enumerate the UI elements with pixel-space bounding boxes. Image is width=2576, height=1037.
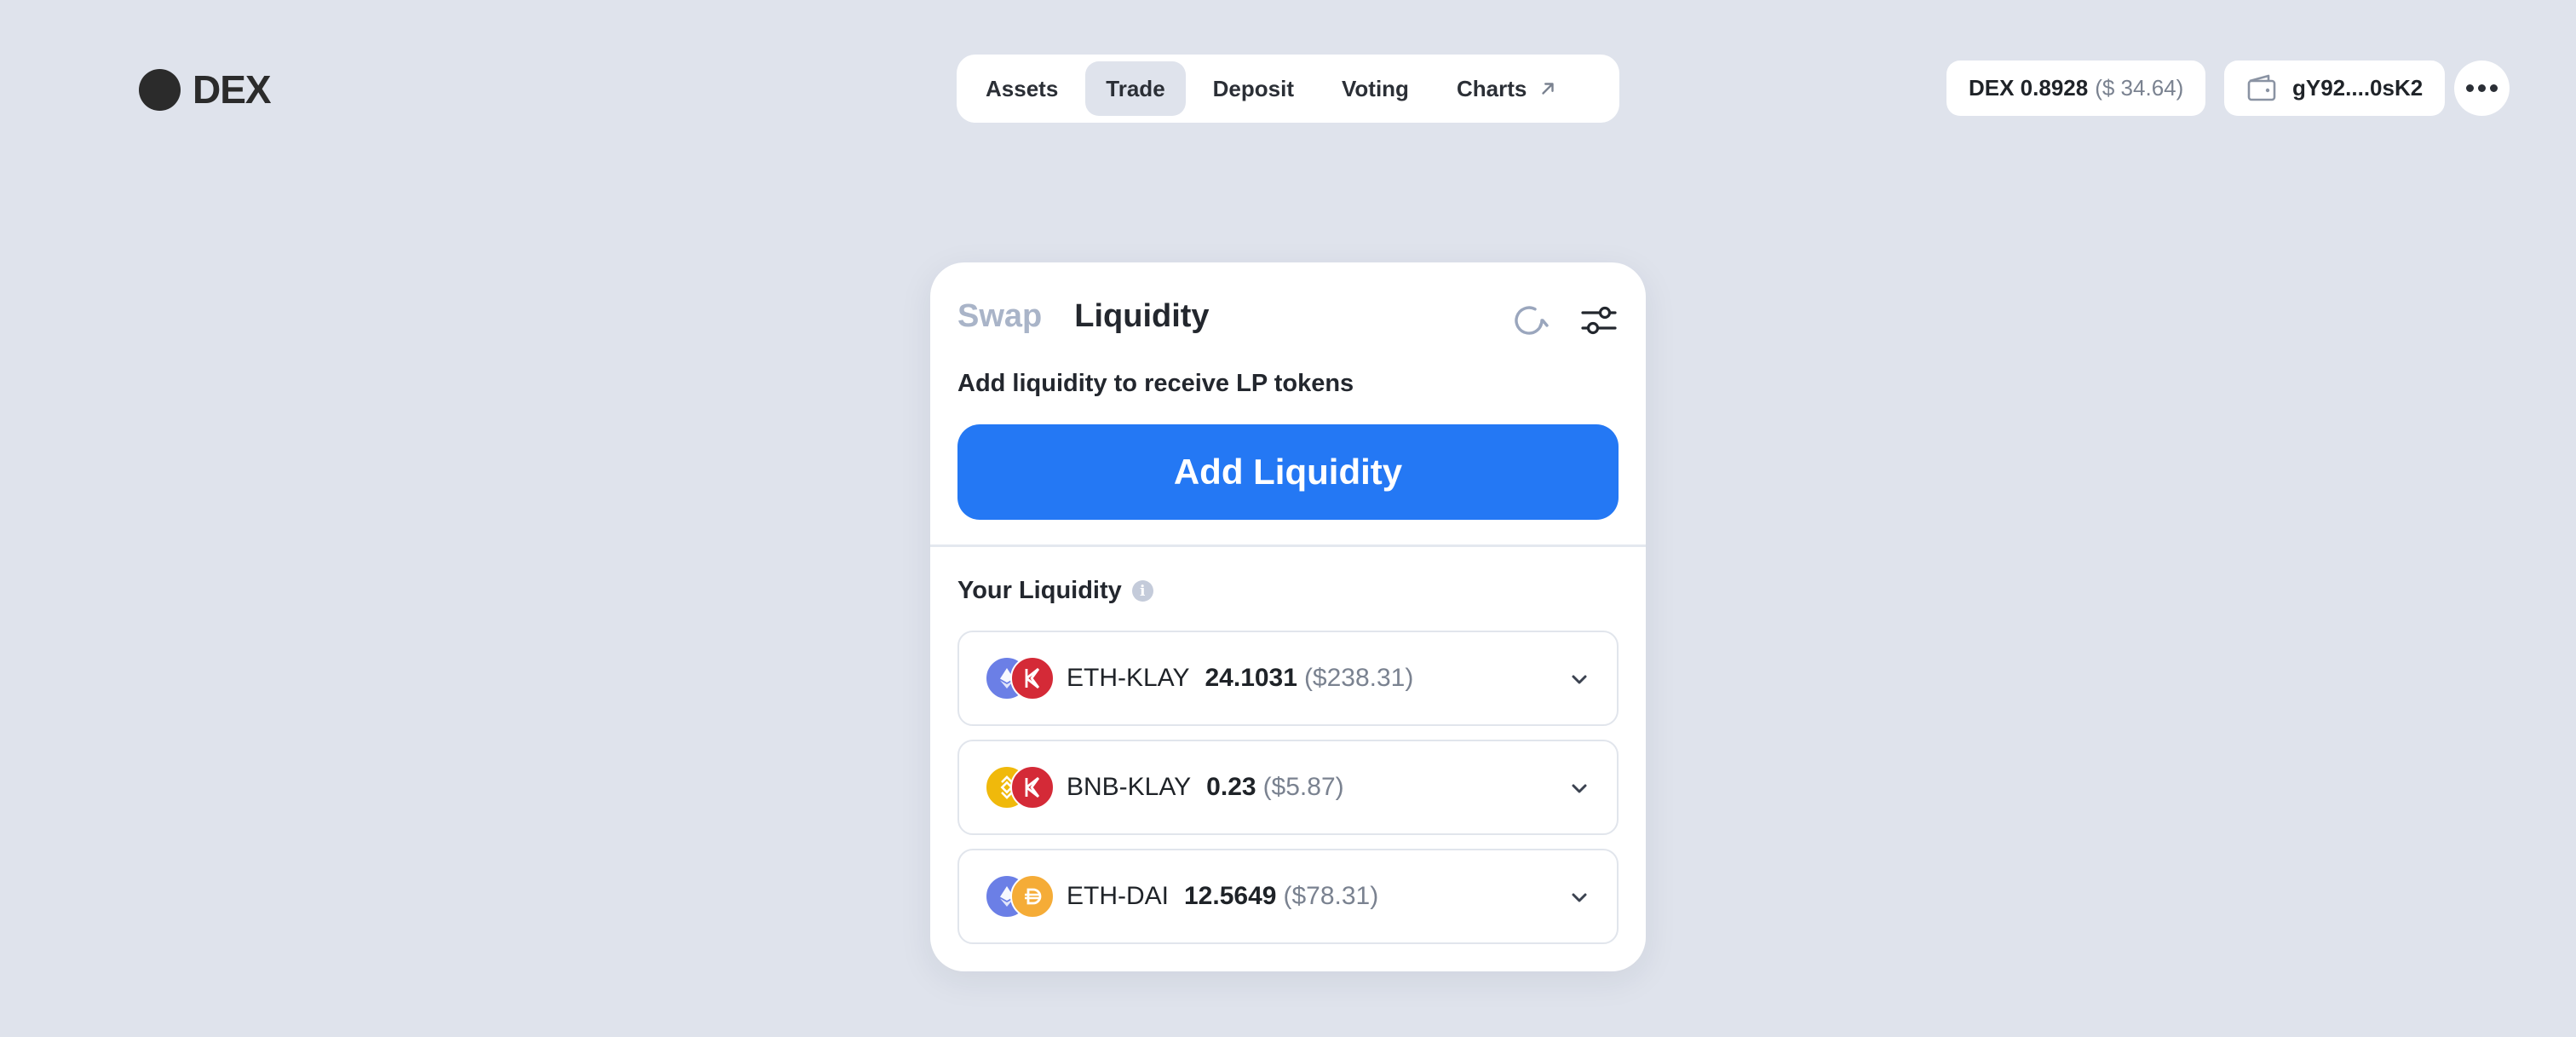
dex-price-badge: DEX 0.8928 ($ 34.64) bbox=[1946, 60, 2206, 116]
pool-token-icons bbox=[985, 874, 1055, 919]
pool-row-eth-dai[interactable]: ETH-DAI 12.5649 ($78.31) bbox=[957, 849, 1619, 944]
pool-name: BNB-KLAY bbox=[1067, 773, 1192, 801]
nav-item-voting[interactable]: Voting bbox=[1321, 61, 1429, 116]
chevron-down-icon bbox=[1572, 784, 1587, 793]
pool-usd-value: ($238.31) bbox=[1303, 664, 1414, 692]
wallet-address: gY92....0sK2 bbox=[2292, 75, 2424, 101]
nav-label: Voting bbox=[1342, 75, 1409, 101]
more-icon-dot bbox=[2478, 84, 2486, 92]
logo-text: DEX bbox=[193, 67, 272, 112]
nav-label: Deposit bbox=[1212, 75, 1294, 101]
settings-sliders-icon[interactable] bbox=[1579, 301, 1619, 340]
pool-usd-value: ($78.31) bbox=[1283, 882, 1379, 910]
liquidity-card: Swap Liquidity Add liquidity to receive … bbox=[930, 262, 1646, 971]
logo[interactable]: DEX bbox=[139, 66, 272, 112]
tab-liquidity[interactable]: Liquidity bbox=[1074, 298, 1209, 335]
pool-row-bnb-klay[interactable]: BNB-KLAY 0.23 ($5.87) bbox=[957, 740, 1619, 835]
pool-row-eth-klay[interactable]: ETH-KLAY 24.1031 ($238.31) bbox=[957, 631, 1619, 726]
dex-price-value: DEX 0.8928 bbox=[1969, 75, 2089, 101]
pool-usd-value: ($5.87) bbox=[1262, 773, 1344, 801]
nav-label: Assets bbox=[986, 75, 1059, 101]
more-menu-button[interactable] bbox=[2454, 60, 2510, 116]
more-icon-dot bbox=[2466, 84, 2474, 92]
tab-swap[interactable]: Swap bbox=[957, 298, 1042, 335]
nav-item-trade[interactable]: Trade bbox=[1085, 61, 1186, 116]
dai-icon bbox=[1010, 874, 1055, 919]
pool-token-icons bbox=[985, 765, 1055, 809]
wallet-icon bbox=[2247, 74, 2276, 101]
pool-amount: 24.1031 bbox=[1205, 664, 1297, 692]
external-link-icon bbox=[1542, 83, 1555, 95]
your-liquidity-heading: Your Liquidity i bbox=[957, 577, 1153, 605]
dex-price-usd: ($ 34.64) bbox=[2095, 75, 2184, 101]
nav-item-charts[interactable]: Charts bbox=[1436, 61, 1578, 116]
nav-item-assets[interactable]: Assets bbox=[965, 61, 1078, 116]
nav-item-deposit[interactable]: Deposit bbox=[1193, 61, 1314, 116]
add-liquidity-button[interactable]: Add Liquidity bbox=[957, 424, 1619, 520]
chevron-down-icon bbox=[1572, 675, 1587, 684]
refresh-icon[interactable] bbox=[1509, 301, 1549, 340]
pool-name: ETH-DAI bbox=[1067, 882, 1169, 910]
main-nav: Assets Trade Deposit Voting Charts bbox=[957, 55, 1619, 123]
klay-icon bbox=[1010, 765, 1055, 809]
chevron-down-icon bbox=[1572, 893, 1587, 902]
logo-mark bbox=[139, 68, 181, 111]
wallet-button[interactable]: gY92....0sK2 bbox=[2224, 60, 2446, 116]
card-tabs: Swap Liquidity bbox=[957, 298, 1210, 335]
card-subtitle: Add liquidity to receive LP tokens bbox=[957, 370, 1354, 397]
pool-amount: 12.5649 bbox=[1184, 882, 1277, 910]
more-icon-dot bbox=[2490, 84, 2498, 92]
pool-name: ETH-KLAY bbox=[1067, 664, 1190, 692]
nav-label: Charts bbox=[1456, 75, 1527, 101]
pool-token-icons bbox=[985, 656, 1055, 700]
nav-label: Trade bbox=[1106, 75, 1165, 101]
info-icon[interactable]: i bbox=[1131, 580, 1153, 602]
pool-amount: 0.23 bbox=[1206, 773, 1256, 801]
divider bbox=[930, 544, 1646, 547]
your-liquidity-label: Your Liquidity bbox=[957, 577, 1122, 604]
klay-icon bbox=[1010, 656, 1055, 700]
